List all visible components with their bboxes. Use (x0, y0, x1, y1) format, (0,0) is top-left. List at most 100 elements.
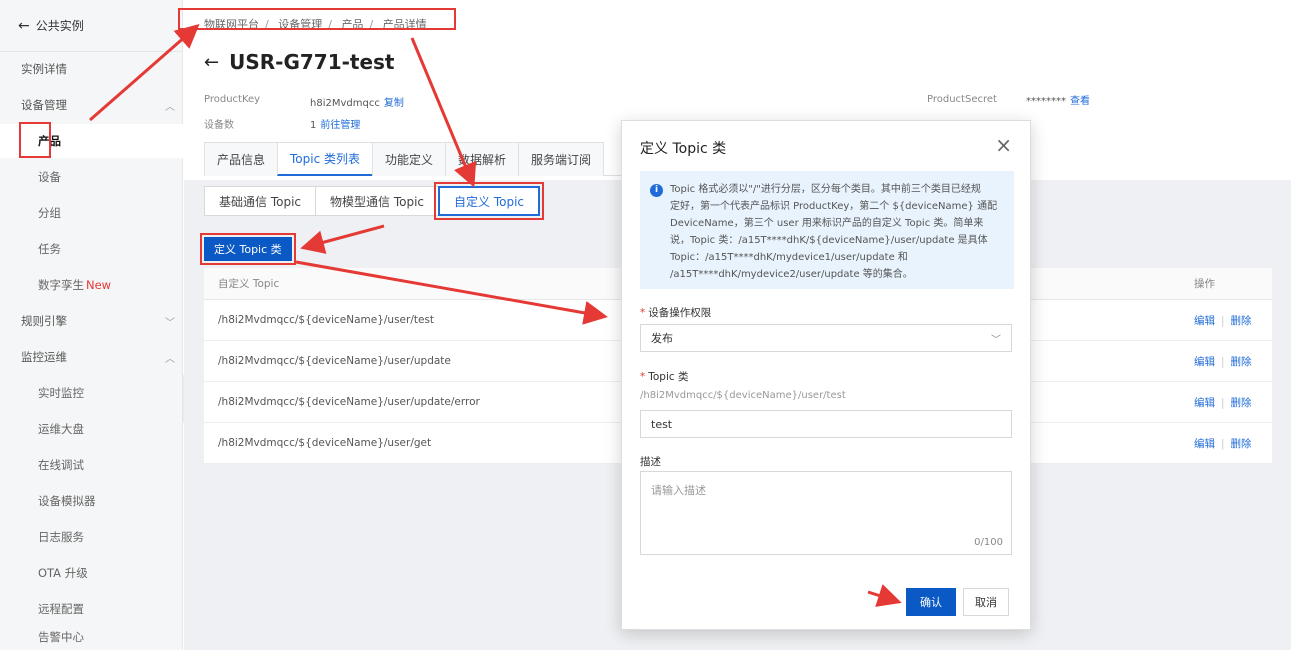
subtab-model-topic[interactable]: 物模型通信 Topic (315, 186, 439, 216)
tab-data-parsing[interactable]: 数据解析 (445, 142, 520, 176)
topic-class-input[interactable]: test (640, 410, 1012, 438)
sidebar-item-ota-upgrade[interactable]: OTA 升级 (0, 556, 183, 590)
sidebar-item-label: 设备模拟器 (38, 494, 96, 508)
confirm-button[interactable]: 确认 (906, 588, 956, 616)
description-label: 描述 (640, 456, 661, 468)
sidebar-item-label: 数字孪生 (38, 278, 84, 292)
required-mark: * (640, 307, 646, 319)
sidebar-item-label: 分组 (38, 206, 61, 220)
chevron-down-icon: ﹀ (165, 317, 175, 329)
page-title: ← USR-G771-test (204, 50, 395, 74)
permission-label: * 设备操作权限 (640, 305, 711, 320)
sidebar-item-label: 告警中心 (38, 630, 84, 644)
column-header-ops: 操作 (1194, 278, 1215, 290)
info-line: DeviceName，第三个 user 用来标识产品的自定义 Topic 类。简… (670, 218, 984, 229)
ops-divider: | (1221, 355, 1225, 368)
edit-link[interactable]: 编辑 (1194, 438, 1215, 450)
tab-feature-definition[interactable]: 功能定义 (372, 142, 447, 176)
product-key-label: ProductKey (204, 94, 261, 105)
ops-cell: 编辑 | 删除 (1184, 313, 1272, 328)
topic-subtabs: 基础通信 Topic 物模型通信 Topic 自定义 Topic (204, 182, 544, 220)
dialog-title: 定义 Topic 类 (640, 141, 727, 157)
sidebar-item-label: 设备管理 (21, 98, 67, 112)
info-icon: i (650, 184, 663, 197)
define-topic-button[interactable]: 定义 Topic 类 (200, 233, 296, 265)
sidebar-item-alarm-center[interactable]: 告警中心 (0, 620, 183, 650)
sidebar-item-label: 任务 (38, 242, 61, 256)
sidebar-item-device-management[interactable]: 设备管理 ︿ (0, 88, 183, 122)
ops-cell: 编辑 | 删除 (1184, 395, 1272, 410)
sidebar-item-digital-twin[interactable]: 数字孪生 New (0, 268, 183, 302)
chevron-up-icon: ︿ (165, 101, 175, 113)
sidebar: ← 公共实例 实例详情 设备管理 ︿ 产品 设备 分组 任务 数字孪生 New 规则… (0, 0, 183, 650)
annotation-product-box (19, 122, 51, 158)
info-notice: i Topic 格式必须以"/"进行分层，区分每个类目。其中前三个类目已经规 定… (640, 171, 1014, 289)
sidebar-item-label: OTA 升级 (38, 566, 88, 580)
sidebar-item-group[interactable]: 分组 (0, 196, 183, 230)
product-tabs: 产品信息 Topic 类列表 功能定义 数据解析 服务端订阅 (204, 142, 624, 176)
delete-link[interactable]: 删除 (1231, 315, 1252, 327)
device-count-value: 1 前往管理 (310, 116, 360, 131)
chevron-down-icon: ﹀ (991, 334, 1001, 346)
product-secret-value: ******** 查看 (1026, 92, 1090, 107)
view-secret-link[interactable]: 查看 (1070, 96, 1090, 107)
close-icon[interactable]: × (995, 133, 1012, 157)
sidebar-item-label: 远程配置 (38, 602, 84, 616)
device-count-label: 设备数 (204, 120, 234, 131)
subtab-custom-topic[interactable]: 自定义 Topic (434, 182, 544, 220)
product-secret-mask: ******** (1026, 96, 1066, 107)
product-name: USR-G771-test (229, 50, 395, 74)
sidebar-item-label: 日志服务 (38, 530, 84, 544)
topic-class-label-text: Topic 类 (648, 371, 689, 383)
required-mark: * (640, 371, 646, 383)
product-key-value: h8i2Mvdmqcc 复制 (310, 94, 404, 109)
permission-selected: 发布 (651, 332, 673, 345)
back-arrow-icon: ← (18, 17, 30, 34)
sidebar-item-online-debug[interactable]: 在线调试 (0, 448, 183, 482)
sidebar-item-task[interactable]: 任务 (0, 232, 183, 266)
info-line: /a15T****dhK/mydevice2/user/update 等的集合。 (670, 269, 913, 280)
info-line: 定好，第一个代表产品标识 ProductKey，第二个 ${deviceName… (670, 201, 998, 212)
ops-cell: 编辑 | 删除 (1184, 436, 1272, 451)
ops-divider: | (1221, 396, 1225, 409)
product-key-text: h8i2Mvdmqcc (310, 98, 380, 109)
ops-divider: | (1221, 437, 1225, 450)
edit-link[interactable]: 编辑 (1194, 397, 1215, 409)
delete-link[interactable]: 删除 (1231, 438, 1252, 450)
subtab-basic-topic[interactable]: 基础通信 Topic (204, 186, 316, 216)
sidebar-item-label: 规则引擎 (21, 314, 67, 328)
delete-link[interactable]: 删除 (1231, 397, 1252, 409)
tab-server-subscription[interactable]: 服务端订阅 (518, 142, 605, 176)
sidebar-item-log-service[interactable]: 日志服务 (0, 520, 183, 554)
product-secret-label: ProductSecret (927, 94, 997, 105)
edit-link[interactable]: 编辑 (1194, 315, 1215, 327)
topic-class-label: * Topic 类 (640, 369, 689, 384)
delete-link[interactable]: 删除 (1231, 356, 1252, 368)
sidebar-item-device-simulator[interactable]: 设备模拟器 (0, 484, 183, 518)
info-line: Topic 格式必须以"/"进行分层，区分每个类目。其中前三个类目已经规 (670, 184, 981, 195)
description-textarea[interactable]: 请输入描述 0/100 (640, 471, 1012, 555)
ops-divider: | (1221, 314, 1225, 327)
copy-link[interactable]: 复制 (384, 98, 404, 109)
define-topic-dialog: 定义 Topic 类 × i Topic 格式必须以"/"进行分层，区分每个类目… (621, 120, 1031, 630)
back-arrow-icon[interactable]: ← (204, 52, 219, 73)
cancel-button[interactable]: 取消 (963, 588, 1009, 616)
back-to-instances[interactable]: ← 公共实例 (0, 0, 182, 52)
permission-select[interactable]: 发布 ﹀ (640, 324, 1012, 352)
manage-link[interactable]: 前往管理 (320, 120, 360, 131)
sidebar-item-label: 设备 (38, 170, 61, 184)
edit-link[interactable]: 编辑 (1194, 356, 1215, 368)
info-line: 说，Topic 类：/a15T****dhK/${deviceName}/use… (670, 235, 988, 246)
tab-topic-list[interactable]: Topic 类列表 (277, 142, 374, 176)
sidebar-item-rule-engine[interactable]: 规则引擎 ﹀ (0, 304, 183, 338)
sidebar-item-label: 在线调试 (38, 458, 84, 472)
topic-prefix-hint: /h8i2Mvdmqcc/${deviceName}/user/test (640, 390, 846, 401)
char-counter: 0/100 (974, 537, 1003, 548)
sidebar-item-realtime-monitoring[interactable]: 实时监控 (0, 376, 183, 410)
sidebar-item-ops-dashboard[interactable]: 运维大盘 (0, 412, 183, 446)
tab-product-info[interactable]: 产品信息 (204, 142, 279, 176)
sidebar-item-monitoring[interactable]: 监控运维 ︿ (0, 340, 183, 374)
sidebar-item-device[interactable]: 设备 (0, 160, 183, 194)
sidebar-item-instance-details[interactable]: 实例详情 (0, 52, 183, 86)
sidebar-item-label: 运维大盘 (38, 422, 84, 436)
